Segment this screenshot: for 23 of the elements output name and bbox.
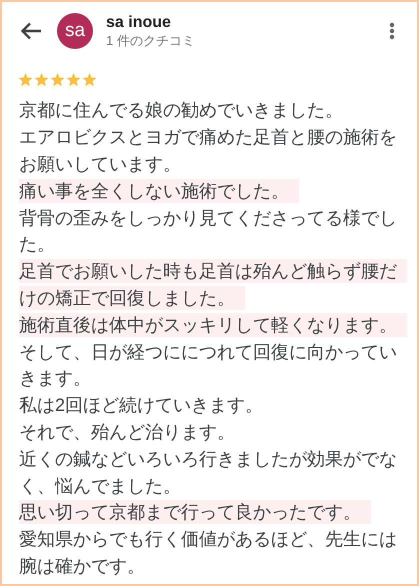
review-text-line: そして、日が経つににつれて回復に向かってい (19, 340, 397, 364)
review-text-line: お願いしています。 (19, 152, 181, 176)
star-icon (82, 72, 97, 87)
review-text-line: く、悩んでました。 (19, 474, 181, 498)
star-icon (50, 72, 65, 87)
review-text-line: た。 (19, 233, 55, 256)
review-text-line: エアロビクスとヨガで痛めた足首と腰の施術を (19, 126, 397, 150)
review-count: 1 件のクチコミ (106, 32, 196, 50)
review-text-line: きます。 (19, 367, 91, 390)
review-text-line: 京都に住んでる娘の勧めでいきました。 (19, 99, 343, 122)
star-icon (18, 72, 33, 87)
avatar: sa (57, 13, 93, 49)
review-text-line: 背骨の歪みをしっかり見てくださってる様でし (19, 206, 397, 230)
review-text-line: 近くの鍼などいろいろ行きましたが効果がでな (19, 448, 397, 471)
star-icon (66, 72, 81, 87)
review-text-line: 私は2回ほど続けていきます。 (19, 394, 264, 418)
back-arrow-icon[interactable] (20, 22, 42, 40)
review-text-line: 腕は確かです。 (19, 554, 145, 578)
reviewer-name: sa inoue (106, 12, 172, 33)
review-text-line: 愛知県からでも行く価値があるほど、先生には (19, 528, 397, 552)
star-icon (34, 72, 49, 87)
review-text-line: それで、殆んど治ります。 (19, 420, 235, 444)
more-options-icon[interactable] (389, 22, 395, 40)
